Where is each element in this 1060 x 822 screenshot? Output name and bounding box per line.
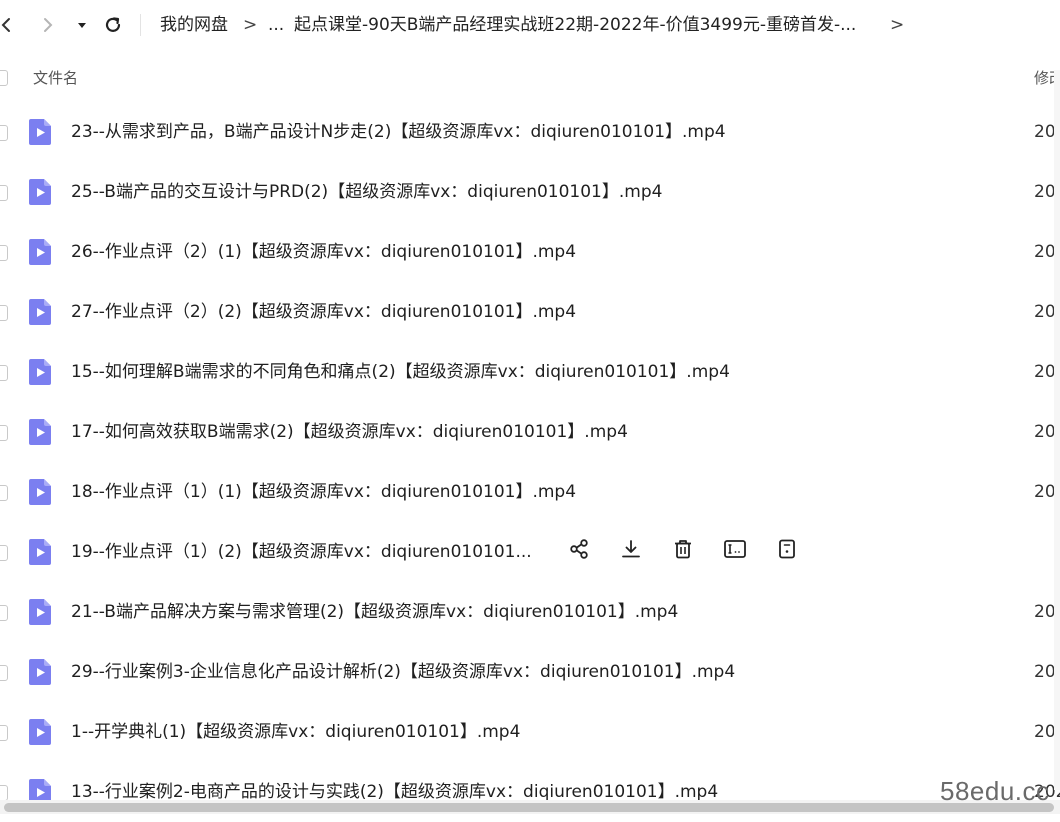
file-row[interactable]: 29--行业案例3-企业信息化产品设计解析(2)【超级资源库vx：diqiure…	[0, 642, 1060, 702]
download-icon	[620, 538, 642, 564]
file-row[interactable]: 15--如何理解B端需求的不同角色和痛点(2)【超级资源库vx：diqiuren…	[0, 342, 1060, 402]
file-name[interactable]: 15--如何理解B端需求的不同角色和痛点(2)【超级资源库vx：diqiuren…	[71, 361, 730, 383]
share-button[interactable]	[566, 538, 592, 564]
delete-icon	[672, 538, 694, 564]
row-checkbox[interactable]	[0, 245, 8, 261]
file-row[interactable]: 17--如何高效获取B端需求(2)【超级资源库vx：diqiuren010101…	[0, 402, 1060, 462]
row-checkbox[interactable]	[0, 125, 8, 141]
video-file-icon	[27, 238, 53, 266]
chevron-left-icon	[0, 17, 15, 33]
share-icon	[568, 538, 590, 564]
chevron-right-icon	[39, 17, 55, 33]
video-file-icon	[27, 598, 53, 626]
file-row[interactable]: 26--作业点评（2）(1)【超级资源库vx：diqiuren010101】.m…	[0, 222, 1060, 282]
column-header-name[interactable]: 文件名	[33, 67, 78, 88]
row-checkbox[interactable]	[0, 485, 8, 501]
video-file-icon	[27, 538, 53, 566]
file-row[interactable]: 1--开学典礼(1)【超级资源库vx：diqiuren010101】.mp4 20…	[0, 702, 1060, 762]
toolbar-divider	[140, 14, 141, 36]
video-file-icon	[27, 718, 53, 746]
row-checkbox[interactable]	[0, 665, 8, 681]
row-checkbox[interactable]	[0, 185, 8, 201]
refresh-icon	[103, 15, 123, 35]
forward-button[interactable]	[34, 12, 60, 38]
file-name[interactable]: 1--开学典礼(1)【超级资源库vx：diqiuren010101】.mp4	[71, 721, 520, 743]
breadcrumb-root[interactable]: 我的网盘	[160, 14, 228, 36]
file-name[interactable]: 19--作业点评（1）(2)【超级资源库vx：diqiuren010101...	[71, 541, 532, 563]
video-file-icon	[27, 358, 53, 386]
refresh-button[interactable]	[100, 12, 126, 38]
video-file-icon	[27, 118, 53, 146]
row-checkbox[interactable]	[0, 785, 8, 801]
file-row[interactable]: 18--作业点评（1）(1)【超级资源库vx：diqiuren010101】.m…	[0, 462, 1060, 522]
select-all-checkbox[interactable]	[0, 70, 8, 86]
caret-down-icon	[76, 19, 88, 31]
row-checkbox[interactable]	[0, 305, 8, 321]
file-name[interactable]: 26--作业点评（2）(1)【超级资源库vx：diqiuren010101】.m…	[71, 241, 576, 263]
breadcrumb-ellipsis[interactable]: ...	[268, 14, 284, 36]
file-name[interactable]: 27--作业点评（2）(2)【超级资源库vx：diqiuren010101】.m…	[71, 301, 576, 323]
file-row[interactable]: 21--B端产品解决方案与需求管理(2)【超级资源库vx：diqiuren010…	[0, 582, 1060, 642]
row-checkbox[interactable]	[0, 725, 8, 741]
video-file-icon	[27, 658, 53, 686]
delete-button[interactable]	[670, 538, 696, 564]
video-file-icon	[27, 418, 53, 446]
row-checkbox[interactable]	[0, 605, 8, 621]
rename-button[interactable]	[722, 538, 748, 564]
history-dropdown-button[interactable]	[69, 12, 95, 38]
file-row[interactable]: 25--B端产品的交互设计与PRD(2)【超级资源库vx：diqiuren010…	[0, 162, 1060, 222]
file-name[interactable]: 17--如何高效获取B端需求(2)【超级资源库vx：diqiuren010101…	[71, 421, 628, 443]
file-row[interactable]: 19--作业点评（1）(2)【超级资源库vx：diqiuren010101...	[0, 522, 1060, 582]
file-row[interactable]: 23--从需求到产品，B端产品设计N步走(2)【超级资源库vx：diqiuren…	[0, 102, 1060, 162]
file-list-header: 文件名 修改	[0, 58, 1060, 98]
row-checkbox[interactable]	[0, 365, 8, 381]
video-file-icon	[27, 178, 53, 206]
back-button[interactable]	[0, 12, 20, 38]
row-checkbox[interactable]	[0, 425, 8, 441]
rename-icon	[723, 538, 747, 564]
more-button[interactable]	[774, 538, 800, 564]
vertical-scrollbar[interactable]	[1054, 70, 1060, 790]
breadcrumb-separator: >	[243, 15, 258, 35]
more-icon	[776, 538, 798, 564]
video-file-icon	[27, 298, 53, 326]
file-name[interactable]: 23--从需求到产品，B端产品设计N步走(2)【超级资源库vx：diqiuren…	[71, 121, 726, 143]
horizontal-scrollbar-thumb[interactable]	[4, 803, 1054, 812]
watermark: 58edu.cc	[940, 776, 1050, 806]
download-button[interactable]	[618, 538, 644, 564]
breadcrumb-current[interactable]: 起点课堂-90天B端产品经理实战班22期-2022年-价值3499元-重磅首发-…	[294, 14, 856, 36]
breadcrumb-separator[interactable]: >	[890, 14, 904, 36]
file-name[interactable]: 21--B端产品解决方案与需求管理(2)【超级资源库vx：diqiuren010…	[71, 601, 678, 623]
horizontal-scrollbar[interactable]	[0, 800, 1060, 814]
row-hover-actions	[566, 538, 826, 564]
file-name[interactable]: 29--行业案例3-企业信息化产品设计解析(2)【超级资源库vx：diqiure…	[71, 661, 735, 683]
row-checkbox[interactable]	[0, 545, 8, 561]
file-row[interactable]: 27--作业点评（2）(2)【超级资源库vx：diqiuren010101】.m…	[0, 282, 1060, 342]
file-name[interactable]: 25--B端产品的交互设计与PRD(2)【超级资源库vx：diqiuren010…	[71, 181, 662, 203]
video-file-icon	[27, 478, 53, 506]
toolbar: 我的网盘 > ... 起点课堂-90天B端产品经理实战班22期-2022年-价值…	[0, 0, 1060, 52]
file-name[interactable]: 18--作业点评（1）(1)【超级资源库vx：diqiuren010101】.m…	[71, 481, 576, 503]
